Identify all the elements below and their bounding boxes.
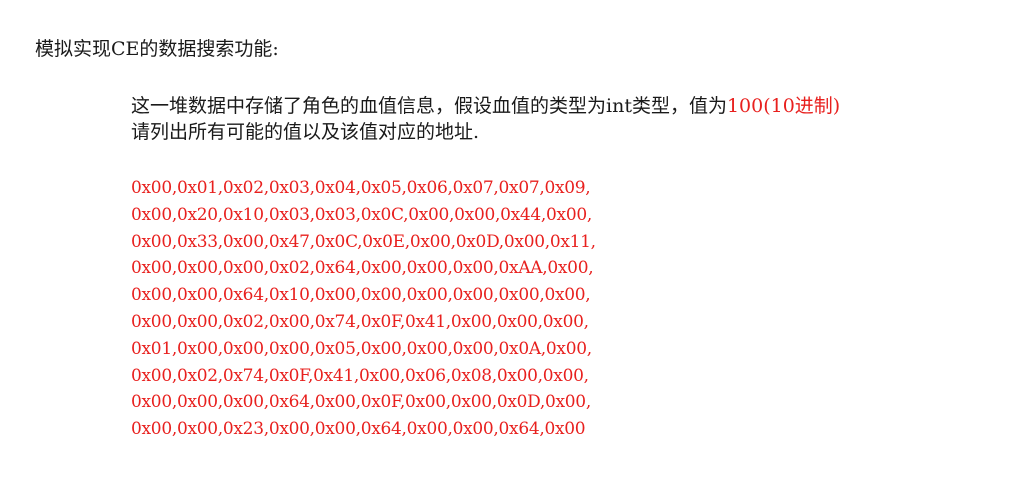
hex-row: 0x00,0x00,0x00,0x02,0x64,0x00,0x00,0x00,… bbox=[131, 258, 594, 279]
hex-row: 0x00,0x20,0x10,0x03,0x03,0x0C,0x00,0x00,… bbox=[131, 204, 592, 225]
page-heading: 模拟实现CE的数据搜索功能: bbox=[35, 38, 279, 60]
hex-row: 0x00,0x00,0x02,0x00,0x74,0x0F,0x41,0x00,… bbox=[131, 311, 589, 332]
hex-data-block: 0x00,0x01,0x02,0x03,0x04,0x05,0x06,0x07,… bbox=[131, 175, 596, 443]
hex-row: 0x01,0x00,0x00,0x00,0x05,0x00,0x00,0x00,… bbox=[131, 338, 592, 359]
description-line-2: 请列出所有可能的值以及该值对应的地址. bbox=[131, 121, 480, 143]
target-value: 100(10进制) bbox=[726, 95, 841, 117]
hex-row: 0x00,0x01,0x02,0x03,0x04,0x05,0x06,0x07,… bbox=[131, 178, 591, 198]
hex-row: 0x00,0x33,0x00,0x47,0x0C,0x0E,0x00,0x0D,… bbox=[131, 231, 596, 252]
hex-row: 0x00,0x00,0x64,0x10,0x00,0x00,0x00,0x00,… bbox=[131, 285, 591, 306]
hex-row: 0x00,0x00,0x00,0x64,0x00,0x0F,0x00,0x00,… bbox=[131, 392, 591, 413]
task-description: 这一堆数据中存储了角色的血值信息，假设血值的类型为int类型，值为100(10进… bbox=[131, 93, 840, 145]
hex-row: 0x00,0x02,0x74,0x0F,0x41,0x00,0x06,0x08,… bbox=[131, 365, 589, 386]
description-line-1: 这一堆数据中存储了角色的血值信息，假设血值的类型为int类型，值为100(10进… bbox=[131, 93, 840, 119]
hex-row: 0x00,0x00,0x23,0x00,0x00,0x64,0x00,0x00,… bbox=[131, 419, 586, 440]
description-text: 这一堆数据中存储了角色的血值信息，假设血值的类型为int类型，值为 bbox=[131, 95, 727, 117]
